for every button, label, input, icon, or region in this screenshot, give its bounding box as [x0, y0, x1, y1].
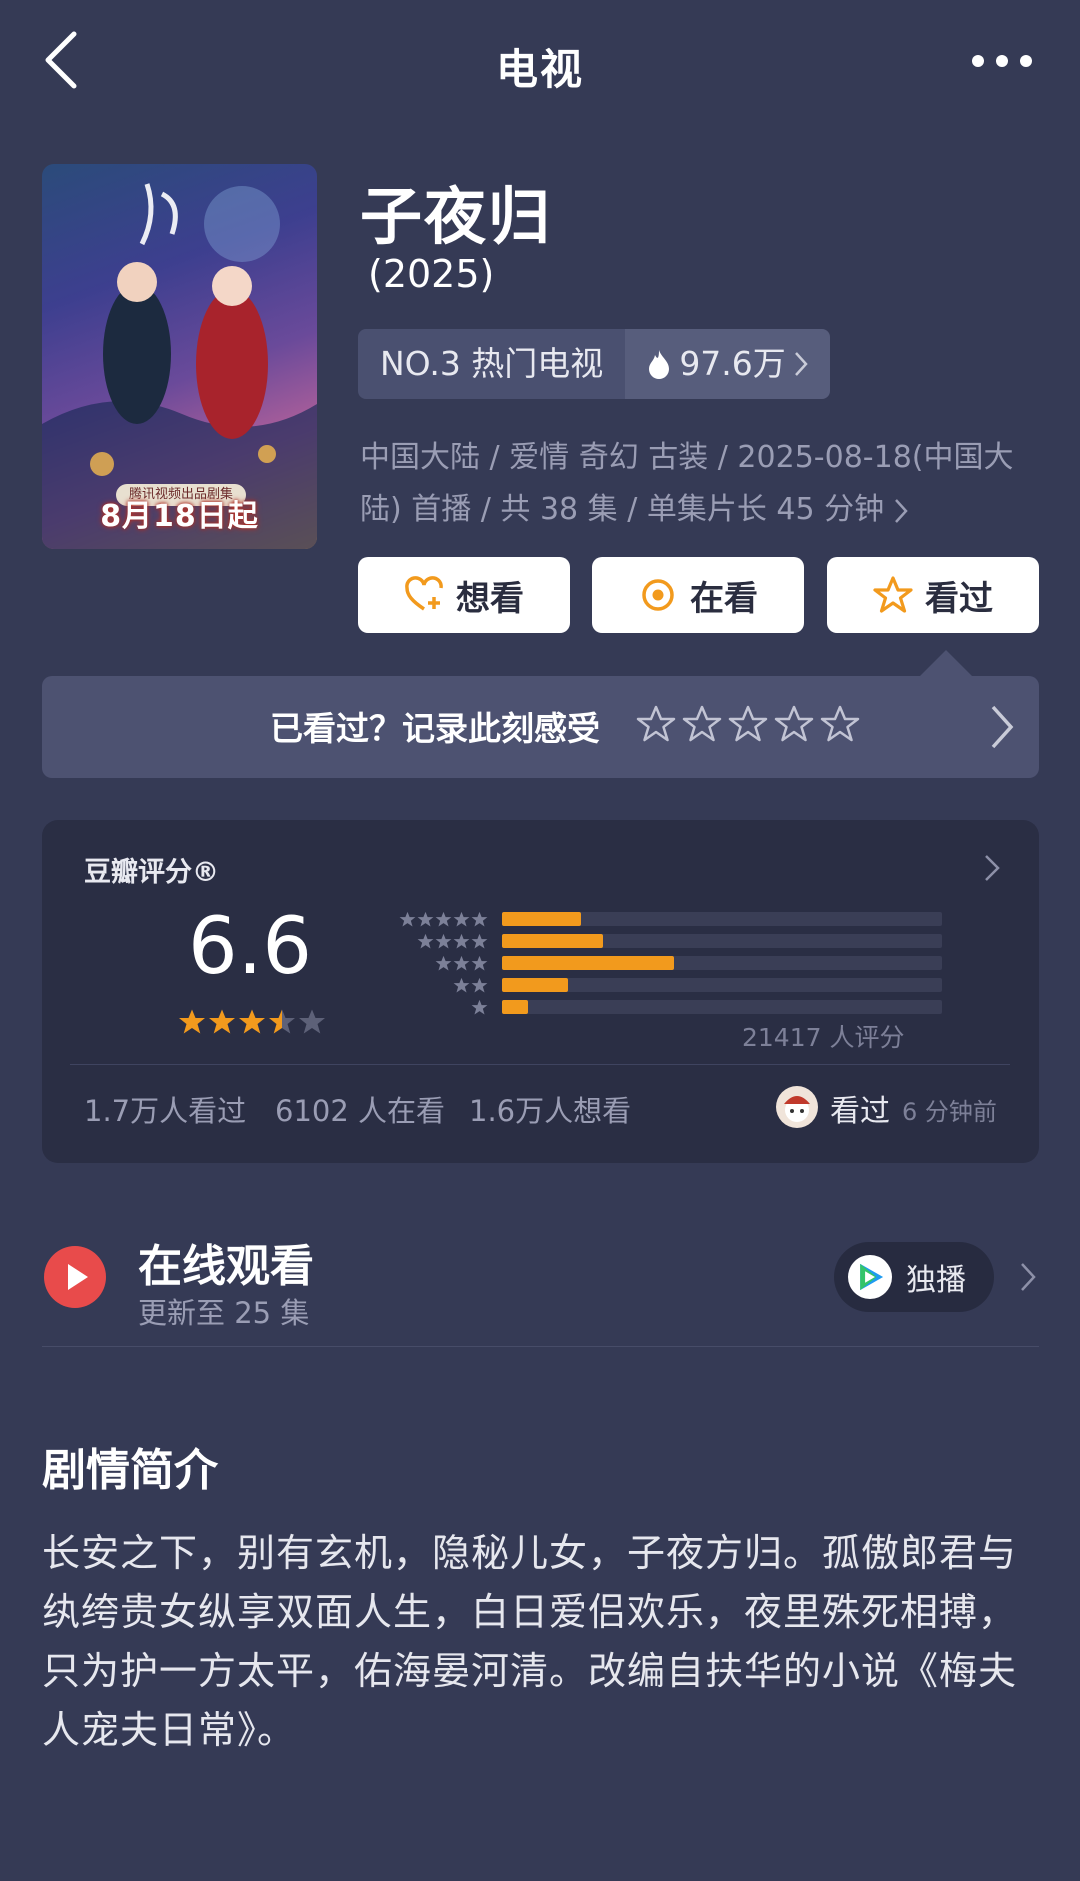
recorder-prompt: 已看过？记录此刻感受 [270, 709, 600, 748]
star-outline-icon[interactable] [636, 704, 676, 744]
star-small-icon [453, 911, 470, 927]
more-dots-icon[interactable] [972, 46, 1032, 76]
watching-count[interactable]: 6102 人在看 [275, 1088, 445, 1130]
distribution-bar [502, 912, 582, 926]
distribution-bar [502, 978, 568, 992]
chevron-right-icon[interactable] [1020, 1262, 1036, 1292]
distribution-bar [502, 934, 604, 948]
watched-count[interactable]: 1.7万人看过 [84, 1088, 246, 1130]
distribution-bar [502, 956, 674, 970]
star-small-icon [471, 911, 488, 927]
star-filled-icon [209, 1009, 235, 1034]
chevron-right-icon[interactable] [990, 704, 1014, 750]
recorder-stars[interactable] [636, 704, 860, 744]
watched-button[interactable]: 看过 [827, 557, 1039, 633]
want-button[interactable]: 想看 [358, 557, 570, 633]
want-label: 想看 [456, 578, 524, 619]
distribution-track [502, 934, 942, 948]
rating-score: 6.6 [188, 902, 313, 992]
star-small-icon [471, 999, 488, 1015]
distribution-row [352, 955, 942, 972]
distribution-track [502, 1000, 942, 1014]
distribution-row [352, 933, 942, 950]
star-filled-icon [239, 1009, 265, 1034]
star-outline-icon[interactable] [682, 704, 722, 744]
douban-rating-card[interactable]: 豆瓣评分® 6.6 21417 人评分 1.7万人看过 6102 人在看 1.6… [42, 820, 1039, 1163]
poster-image[interactable]: 腾讯视频出品剧集 8月18日起 [42, 164, 317, 549]
heart-plus-icon [405, 576, 443, 611]
star-small-icon [453, 977, 470, 993]
watched-label: 看过 [925, 578, 993, 619]
want-count[interactable]: 1.6万人想看 [469, 1088, 631, 1130]
watch-update-status: 更新至 25 集 [138, 1296, 310, 1330]
star-filled-icon [269, 1009, 295, 1034]
star-small-icon [417, 933, 434, 949]
chevron-right-icon [794, 352, 808, 376]
distribution-row [352, 999, 942, 1016]
rank-badge[interactable]: NO.3 热门电视 97.6万 [358, 329, 830, 399]
exclusive-label: 独播 [906, 1263, 966, 1298]
star-outline-icon[interactable] [728, 704, 768, 744]
distribution-row [352, 911, 942, 928]
distribution-track [502, 956, 942, 970]
rating-stars [178, 1008, 326, 1036]
play-icon[interactable] [44, 1246, 106, 1308]
star-small-icon [417, 911, 434, 927]
distribution-bar [502, 1000, 529, 1014]
star-small-icon [471, 955, 488, 971]
chevron-right-icon [894, 498, 908, 523]
distribution-stars [453, 977, 488, 994]
synopsis-text: 长安之下，别有玄机，隐秘儿女，子夜方归。孤傲郎君与纨绔贵女纵享双面人生，白日爱侣… [42, 1531, 1018, 1752]
target-icon [642, 579, 674, 611]
watch-online-title[interactable]: 在线观看 [138, 1230, 314, 1294]
heat-number: 97.6万 [679, 344, 786, 383]
meta-text: 中国大陆 / 爱情 奇幻 古装 / 2025-08-18(中国大陆) 首播 / … [360, 440, 1014, 527]
exclusive-platform-button[interactable]: 独播 [834, 1242, 994, 1312]
rating-count: 21417 人评分 [742, 1023, 905, 1052]
watching-label: 在看 [690, 578, 758, 619]
heat-value[interactable]: 97.6万 [625, 329, 830, 399]
rating-recorder[interactable]: 已看过？记录此刻感受 [42, 676, 1039, 778]
tencent-video-icon [848, 1255, 892, 1299]
star-small-icon [399, 911, 416, 927]
distribution-track [502, 978, 942, 992]
star-small-icon [435, 933, 452, 949]
distribution-stars [399, 911, 488, 928]
synopsis-heading: 剧情简介 [42, 1445, 218, 1496]
friend-time: 6 分钟前 [902, 1098, 997, 1126]
distribution-stars [417, 933, 488, 950]
star-empty-icon [299, 1009, 325, 1034]
distribution-track [502, 912, 942, 926]
star-outline-icon[interactable] [820, 704, 860, 744]
friend-avatar[interactable] [776, 1086, 818, 1128]
star-small-icon [453, 933, 470, 949]
watching-button[interactable]: 在看 [592, 557, 804, 633]
star-small-icon [471, 977, 488, 993]
distribution-row [352, 977, 942, 994]
friend-status: 看过 [830, 1094, 890, 1129]
page-title: 电视 [495, 45, 584, 94]
divider [42, 1346, 1039, 1347]
star-small-icon [453, 955, 470, 971]
poster-date: 8月18日起 [100, 499, 259, 534]
distribution-stars [471, 999, 488, 1016]
recorder-pointer [918, 650, 974, 678]
flame-icon [649, 350, 670, 379]
divider [70, 1064, 1010, 1065]
rating-label: 豆瓣评分® [84, 857, 219, 888]
star-small-icon [435, 955, 452, 971]
movie-year: (2025) [368, 252, 495, 296]
movie-meta[interactable]: 中国大陆 / 爱情 奇幻 古装 / 2025-08-18(中国大陆) 首播 / … [360, 432, 1040, 536]
star-small-icon [435, 911, 452, 927]
chevron-right-icon[interactable] [984, 854, 1000, 882]
star-small-icon [471, 933, 488, 949]
movie-title: 子夜归 [360, 180, 553, 253]
rank-label: NO.3 热门电视 [358, 329, 626, 399]
distribution-stars [435, 955, 488, 972]
star-filled-icon [179, 1009, 205, 1034]
star-outline-icon [873, 576, 913, 613]
star-outline-icon[interactable] [774, 704, 814, 744]
